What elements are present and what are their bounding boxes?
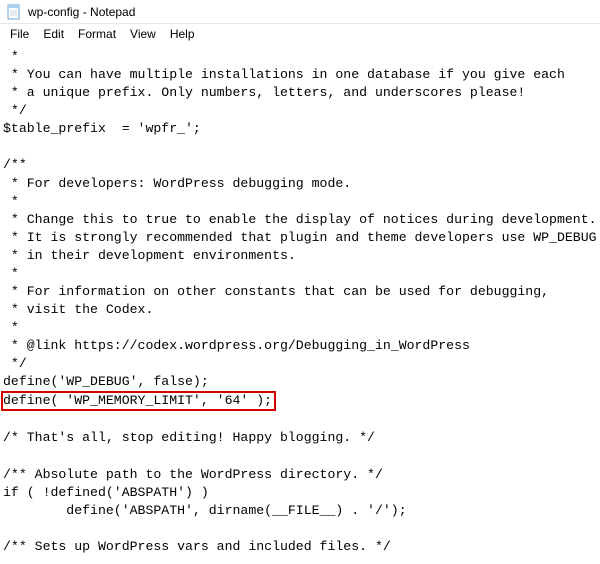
code-line: * (3, 49, 19, 64)
titlebar: wp-config - Notepad (0, 0, 600, 24)
code-line: define('WP_DEBUG', false); (3, 374, 209, 389)
code-line: * (3, 194, 19, 209)
menu-file[interactable]: File (4, 26, 35, 42)
code-line: * Change this to true to enable the disp… (3, 212, 597, 227)
code-line: */ (3, 356, 27, 371)
code-line: * (3, 320, 19, 335)
menu-view[interactable]: View (124, 26, 162, 42)
code-line: * It is strongly recommended that plugin… (3, 230, 597, 245)
code-line: * You can have multiple installations in… (3, 67, 565, 82)
code-line: define('ABSPATH', dirname(__FILE__) . '/… (3, 503, 407, 518)
editor-area[interactable]: * * You can have multiple installations … (0, 44, 600, 564)
code-line: * (3, 266, 19, 281)
menubar: File Edit Format View Help (0, 24, 600, 44)
code-line: /** Absolute path to the WordPress direc… (3, 467, 383, 482)
menu-help[interactable]: Help (164, 26, 201, 42)
code-line: * visit the Codex. (3, 302, 153, 317)
code-line: */ (3, 103, 27, 118)
highlighted-code-line: define( 'WP_MEMORY_LIMIT', '64' ); (1, 391, 276, 411)
notepad-icon (6, 4, 22, 20)
code-line: /** Sets up WordPress vars and included … (3, 539, 391, 554)
code-line: /** (3, 157, 27, 172)
code-line: * a unique prefix. Only numbers, letters… (3, 85, 525, 100)
code-line: /* That's all, stop editing! Happy blogg… (3, 430, 375, 445)
code-line: * in their development environments. (3, 248, 296, 263)
code-line: * @link https://codex.wordpress.org/Debu… (3, 338, 470, 353)
window-title: wp-config - Notepad (28, 5, 135, 19)
code-line: * For developers: WordPress debugging mo… (3, 176, 351, 191)
code-line: $table_prefix = 'wpfr_'; (3, 121, 201, 136)
menu-format[interactable]: Format (72, 26, 122, 42)
code-line: if ( !defined('ABSPATH') ) (3, 485, 209, 500)
menu-edit[interactable]: Edit (37, 26, 70, 42)
code-line: * For information on other constants tha… (3, 284, 549, 299)
